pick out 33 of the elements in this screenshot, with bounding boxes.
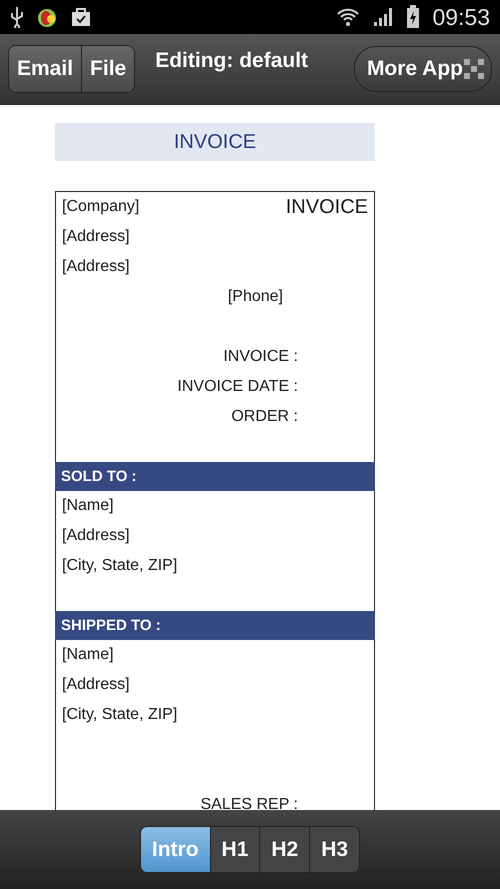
address-text: [Address]: [62, 258, 130, 276]
shopping-bag-icon: [70, 6, 92, 28]
section-header: SOLD TO :: [55, 462, 375, 491]
more-apps-button[interactable]: More App: [354, 46, 492, 92]
address-text: [Address]: [62, 676, 130, 694]
section-header: SHIPPED TO :: [55, 611, 375, 640]
section-tab[interactable]: H1: [210, 827, 260, 872]
wifi-icon: [336, 6, 360, 28]
company-text: [Company]: [62, 198, 140, 216]
address-text: [Address]: [62, 228, 130, 246]
section-tab[interactable]: H2: [260, 827, 310, 872]
editing-title: Editing: default: [155, 49, 308, 73]
signal-icon: [372, 6, 394, 28]
invoice-heading: INVOICE: [55, 123, 375, 161]
grid-icon: [463, 58, 485, 80]
phone-text: [Phone]: [228, 288, 283, 306]
field-label: SALES REP :: [200, 796, 298, 814]
field-label: INVOICE :: [223, 348, 298, 366]
address-text: [Address]: [62, 527, 130, 545]
fruit-icon: [36, 6, 58, 28]
section-tab[interactable]: H3: [310, 827, 360, 872]
clock-time: 09:53: [432, 4, 490, 30]
address-text: [Name]: [62, 646, 114, 664]
address-text: [City, State, ZIP]: [62, 706, 178, 724]
address-text: [Name]: [62, 497, 114, 515]
battery-charging-icon: [406, 5, 420, 29]
invoice-title: INVOICE: [286, 196, 368, 218]
action-button[interactable]: File: [82, 46, 134, 92]
address-text: [City, State, ZIP]: [62, 557, 178, 575]
action-button[interactable]: Email: [9, 46, 82, 92]
usb-icon: [10, 6, 24, 28]
field-label: INVOICE DATE :: [177, 378, 298, 396]
field-label: ORDER :: [231, 408, 298, 426]
